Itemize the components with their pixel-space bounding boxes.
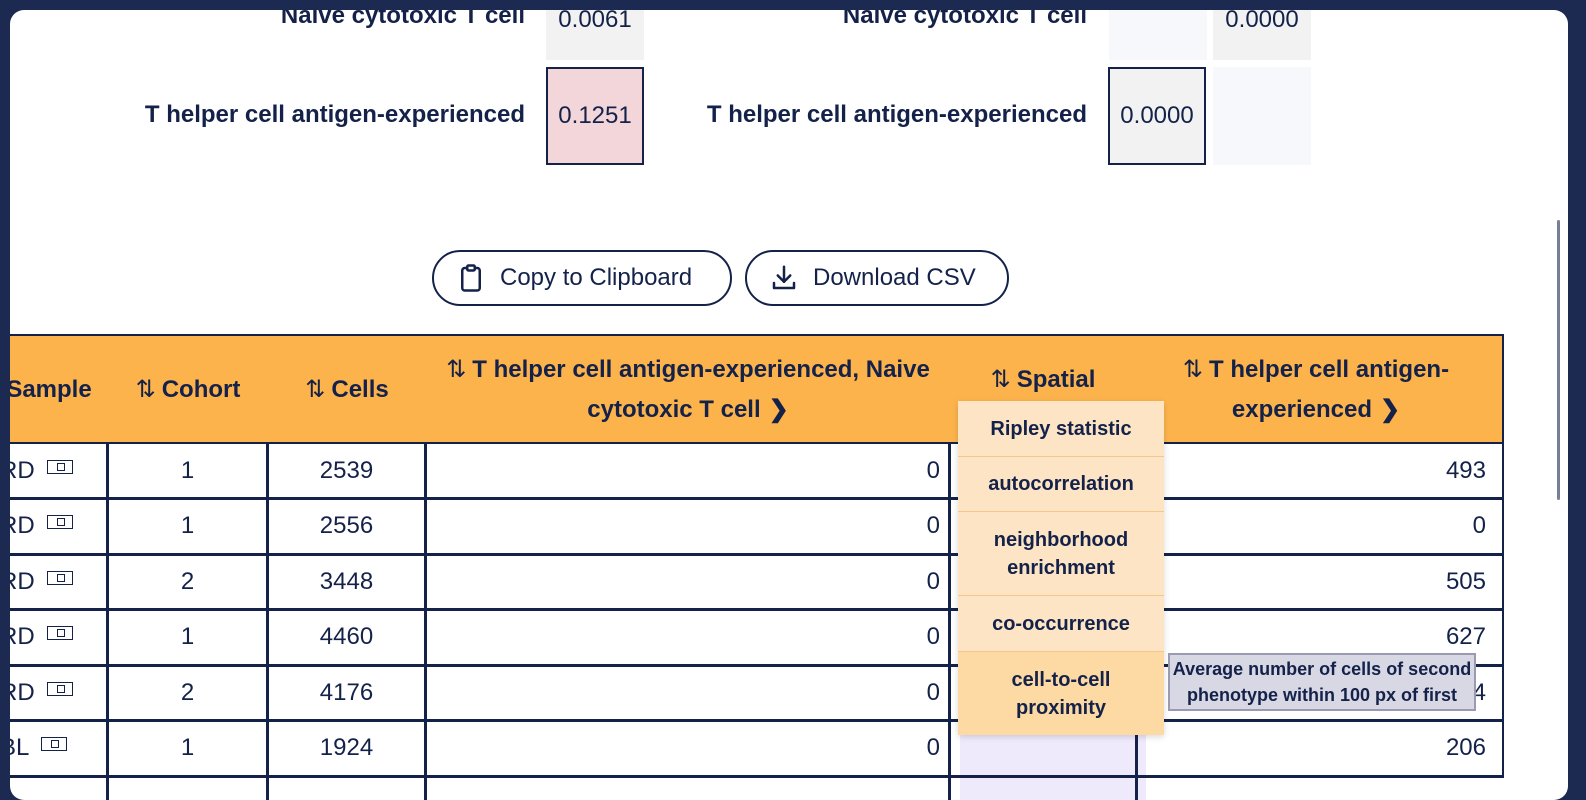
table-row: BL 1 1924 0 206 xyxy=(10,721,1504,778)
menu-item-co-occurrence[interactable]: co-occurrence xyxy=(958,596,1164,652)
sample-preview-icon[interactable] xyxy=(46,459,73,474)
sample-name: RD xyxy=(10,623,35,650)
matrix-row-label-naive-left: Naive cytotoxic T cell xyxy=(280,10,525,29)
table-row: RD 1 2539 0 493 xyxy=(10,444,1504,500)
col-header-cells[interactable]: ⇅ Cells xyxy=(268,336,426,444)
cell-sample[interactable]: RD xyxy=(10,500,106,553)
matrix-row-label-naive-right: Naive cytotoxic T cell xyxy=(842,10,1087,29)
cell-sample[interactable]: BL xyxy=(10,722,106,775)
cell-thelper: 505 xyxy=(1445,567,1486,595)
proximity-tooltip: Average number of cells of second phenot… xyxy=(1168,653,1476,711)
menu-item-ripley[interactable]: Ripley statistic xyxy=(958,401,1164,457)
matrix-cell-naive-left[interactable]: 0.0061 xyxy=(546,10,644,60)
main-panel: Naive cytotoxic T cell 0.0061 Naive cyto… xyxy=(10,10,1568,800)
cell-pair: 0 xyxy=(926,456,940,484)
download-icon xyxy=(772,265,796,290)
cell-sample[interactable]: RD xyxy=(10,444,106,497)
menu-item-autocorrelation[interactable]: autocorrelation xyxy=(958,457,1164,512)
col-header-thelper[interactable]: ⇅ T helper cell antigen-experienced ❯ xyxy=(1160,336,1472,444)
cell-cells: 4176 xyxy=(319,678,374,706)
cell-pair: 0 xyxy=(926,623,940,650)
copy-to-clipboard-button[interactable]: Copy to Clipboard xyxy=(432,250,732,306)
sort-icon[interactable]: ⇅ xyxy=(1183,356,1203,383)
cell-cells: 2556 xyxy=(319,512,374,539)
sample-name: RD xyxy=(10,512,35,539)
sample-name: RD xyxy=(10,678,35,706)
col-divider xyxy=(266,444,269,800)
matrix-row-label-thelper-left: T helper cell antigen-experienced xyxy=(144,101,525,128)
cell-cohort: 2 xyxy=(180,567,195,595)
col-divider xyxy=(106,444,109,800)
download-csv-button[interactable]: Download CSV xyxy=(745,250,1009,306)
cell-thelper: 206 xyxy=(1445,734,1486,761)
cell-cells: 4460 xyxy=(319,623,374,650)
copy-to-clipboard-label: Copy to Clipboard xyxy=(500,264,693,291)
sort-icon[interactable]: ⇅ xyxy=(136,370,156,410)
cell-pair: 0 xyxy=(926,567,940,595)
sample-preview-icon[interactable] xyxy=(46,570,73,585)
cell-pair: 0 xyxy=(926,734,940,761)
sort-icon[interactable]: ⇅ xyxy=(991,366,1011,393)
cell-sample[interactable]: RD xyxy=(10,611,106,664)
table-row: RD 1 2556 0 0 xyxy=(10,499,1504,556)
cell-cohort: 1 xyxy=(180,456,195,484)
cell-sample[interactable]: RD xyxy=(10,555,106,608)
sort-icon[interactable]: ⇅ xyxy=(305,370,325,410)
matrix-row-label-thelper-right: T helper cell antigen-experienced xyxy=(706,101,1087,128)
cell-pair: 0 xyxy=(926,512,940,539)
cell-cells: 3448 xyxy=(319,567,374,595)
col-header-sample[interactable]: Sample xyxy=(10,336,98,444)
table-header: Sample ⇅ Cohort ⇅ Cells ⇅ T helper cell a… xyxy=(10,334,1504,444)
cell-cohort: 1 xyxy=(180,734,195,761)
cell-thelper: 493 xyxy=(1445,456,1486,484)
matrix-cell-blank-1 xyxy=(1109,10,1207,60)
sample-preview-icon[interactable] xyxy=(41,737,68,751)
cell-cells: 2539 xyxy=(319,456,374,484)
cell-pair: 0 xyxy=(926,678,940,706)
clipboard-icon xyxy=(461,264,481,292)
spatial-metrics-dropdown: Ripley statistic autocorrelation neighbo… xyxy=(958,401,1164,735)
col-header-pair[interactable]: ⇅ T helper cell antigen-experienced, Naiv… xyxy=(426,336,950,444)
sample-preview-icon[interactable] xyxy=(46,681,73,696)
col-header-pair-label: T helper cell antigen-experienced, Naive… xyxy=(472,356,930,423)
sample-name: RD xyxy=(10,456,35,484)
table-row: RD 2 3448 0 505 xyxy=(10,555,1504,611)
menu-item-neighborhood-enrichment[interactable]: neighborhood enrichment xyxy=(958,512,1164,596)
chevron-right-icon[interactable]: ❯ xyxy=(1380,390,1400,430)
cell-cohort: 1 xyxy=(180,623,195,650)
download-csv-label: Download CSV xyxy=(813,264,976,291)
col-divider xyxy=(424,444,427,800)
col-header-thelper-label: T helper cell antigen-experienced xyxy=(1209,356,1450,423)
col-divider xyxy=(948,444,951,800)
matrix-cell-naive-right[interactable]: 0.0000 xyxy=(1213,10,1311,60)
sample-name: BL xyxy=(10,734,30,761)
menu-item-cell-to-cell-proximity[interactable]: cell-to-cell proximity xyxy=(958,652,1164,735)
scrollbar-thumb[interactable] xyxy=(1557,220,1560,500)
matrix-cell-thelper-left[interactable]: 0.1251 xyxy=(546,67,644,165)
cell-thelper: 0 xyxy=(1472,512,1486,539)
cell-cells: 1924 xyxy=(319,734,374,761)
cell-cohort: 1 xyxy=(180,512,195,539)
cell-cohort: 2 xyxy=(180,678,195,706)
sample-preview-icon[interactable] xyxy=(46,626,73,640)
cell-sample[interactable]: RD xyxy=(10,666,106,719)
sample-name: RD xyxy=(10,567,35,595)
sample-preview-icon[interactable] xyxy=(46,515,73,529)
matrix-cell-thelper-right[interactable]: 0.0000 xyxy=(1108,67,1206,165)
col-header-cohort[interactable]: ⇅ Cohort xyxy=(108,336,268,444)
chevron-right-icon[interactable]: ❯ xyxy=(769,390,789,430)
matrix-cell-blank-2 xyxy=(1213,67,1311,165)
sort-icon[interactable]: ⇅ xyxy=(446,356,466,383)
